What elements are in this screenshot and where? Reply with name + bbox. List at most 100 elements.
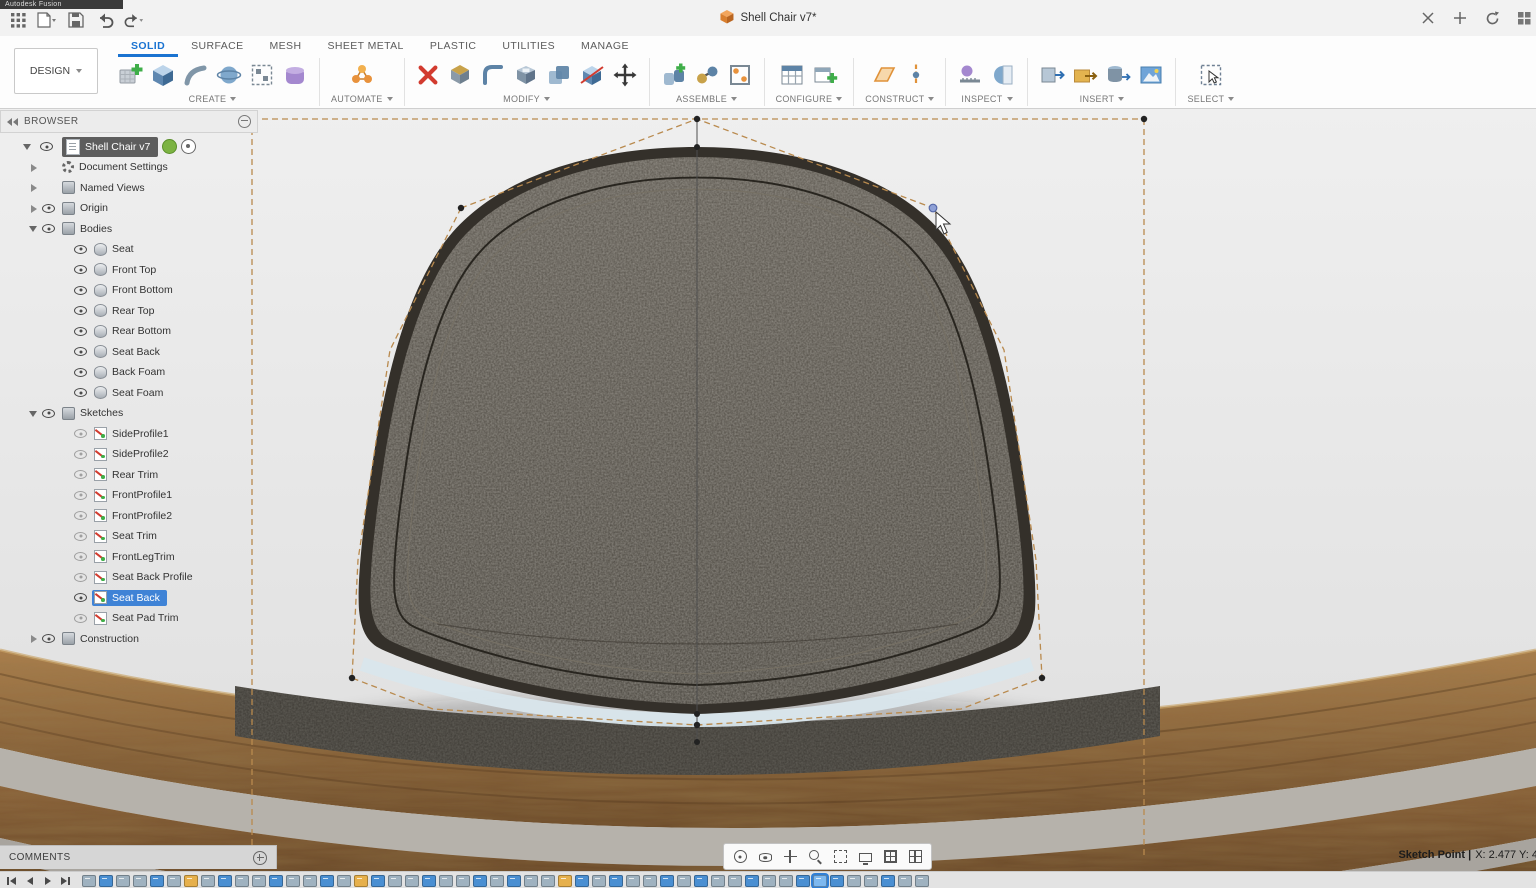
new-tab-icon[interactable] (1450, 9, 1470, 27)
expander-icon[interactable] (28, 182, 39, 193)
joint-icon[interactable] (694, 62, 720, 88)
visibility-eye-icon[interactable] (73, 304, 88, 317)
browser-item[interactable]: FrontProfile1 (0, 485, 258, 506)
comments-bar[interactable]: COMMENTS (0, 845, 277, 869)
browser-item[interactable]: Seat Pad Trim (0, 608, 258, 629)
browser-item[interactable]: FrontProfile2 (0, 506, 258, 527)
redo-icon[interactable] (124, 11, 144, 29)
timeline-feature-icon[interactable] (422, 875, 436, 887)
group-label-automate[interactable]: AUTOMATE (331, 94, 393, 104)
timeline-feature-icon[interactable] (99, 875, 113, 887)
visibility-eye-icon[interactable] (73, 468, 88, 481)
group-label-assemble[interactable]: ASSEMBLE (676, 94, 737, 104)
delete-icon[interactable] (416, 63, 440, 87)
browser-item[interactable]: SideProfile1 (0, 424, 258, 445)
timeline-feature-icon[interactable] (354, 875, 368, 887)
save-icon[interactable] (66, 11, 86, 29)
timeline-feature-icon[interactable] (524, 875, 538, 887)
move-icon[interactable] (612, 62, 638, 88)
timeline-feature-icon[interactable] (626, 875, 640, 887)
ribbon-tab[interactable]: MESH (257, 36, 315, 57)
timeline-feature-icon[interactable] (116, 875, 130, 887)
new-component-icon[interactable] (661, 62, 687, 88)
expander-icon[interactable] (28, 162, 39, 173)
measure-icon[interactable] (957, 62, 983, 88)
visibility-eye-icon[interactable] (73, 427, 88, 440)
timeline-feature-icon[interactable] (847, 875, 861, 887)
nav-tool-icon[interactable] (754, 847, 776, 867)
timeline-feature-icon[interactable] (252, 875, 266, 887)
visibility-eye-icon[interactable] (73, 448, 88, 461)
timeline-feature-icon[interactable] (133, 875, 147, 887)
go-to-end-icon[interactable] (59, 875, 72, 887)
automate-icon[interactable] (349, 62, 375, 88)
timeline-feature-icon[interactable] (677, 875, 691, 887)
visibility-eye-icon[interactable] (73, 571, 88, 584)
nav-tool-icon[interactable] (779, 847, 801, 867)
fillet-icon[interactable] (480, 62, 506, 88)
sweep-icon[interactable] (183, 62, 209, 88)
canvas-image-icon[interactable] (1138, 62, 1164, 88)
timeline-feature-icon[interactable] (490, 875, 504, 887)
visibility-eye-icon[interactable] (73, 530, 88, 543)
timeline-feature-icon[interactable] (915, 875, 929, 887)
ribbon-tab[interactable]: SHEET METAL (314, 36, 416, 57)
visibility-eye-icon[interactable] (73, 325, 88, 338)
browser-root-item[interactable]: Shell Chair v7 (0, 136, 258, 157)
timeline-feature-icon[interactable] (711, 875, 725, 887)
visibility-eye-icon[interactable] (41, 632, 56, 645)
browser-item[interactable]: Named Views (0, 178, 258, 199)
go-to-start-icon[interactable] (5, 875, 18, 887)
visibility-eye-icon[interactable] (73, 284, 88, 297)
activate-component-icon[interactable] (181, 139, 196, 154)
nav-tool-icon[interactable] (729, 847, 751, 867)
timeline-feature-icon[interactable] (235, 875, 249, 887)
browser-item[interactable]: Seat Back (0, 588, 258, 609)
insert-mesh-icon[interactable] (1105, 62, 1131, 88)
nav-tool-icon[interactable] (879, 847, 901, 867)
visibility-eye-icon[interactable] (73, 243, 88, 256)
visibility-eye-icon[interactable] (73, 509, 88, 522)
split-body-icon[interactable] (579, 62, 605, 88)
browser-item[interactable]: Rear Trim (0, 465, 258, 486)
collaborator-badge-icon[interactable] (162, 139, 177, 154)
construction-axis-icon[interactable] (903, 62, 929, 88)
minimize-browser-icon[interactable] (238, 115, 251, 128)
pattern-icon[interactable] (249, 62, 275, 88)
browser-item[interactable]: Origin (0, 198, 258, 219)
create-form-icon[interactable] (282, 62, 308, 88)
timeline-feature-icon[interactable] (82, 875, 96, 887)
timeline-feature-icon[interactable] (796, 875, 810, 887)
visibility-eye-icon[interactable] (73, 591, 88, 604)
browser-item[interactable]: SideProfile2 (0, 444, 258, 465)
expander-icon[interactable] (22, 141, 33, 152)
timeline-feature-icon[interactable] (286, 875, 300, 887)
visibility-eye-icon[interactable] (73, 366, 88, 379)
browser-item[interactable]: Seat Back (0, 342, 258, 363)
group-label-create[interactable]: CREATE (189, 94, 237, 104)
undo-icon[interactable] (95, 11, 115, 29)
timeline-feature-icon[interactable] (541, 875, 555, 887)
timeline-feature-icon[interactable] (694, 875, 708, 887)
browser-item[interactable]: Seat Back Profile (0, 567, 258, 588)
visibility-eye-icon[interactable] (73, 263, 88, 276)
group-label-modify[interactable]: MODIFY (503, 94, 550, 104)
visibility-eye-icon[interactable] (73, 550, 88, 563)
browser-item[interactable]: Front Top (0, 260, 258, 281)
timeline-feature-icon[interactable] (269, 875, 283, 887)
nav-tool-icon[interactable] (904, 847, 926, 867)
document-tab[interactable]: Shell Chair v7* (719, 0, 816, 36)
timeline-feature-icon[interactable] (320, 875, 334, 887)
browser-item[interactable]: Sketches (0, 403, 258, 424)
timeline-feature-icon[interactable] (371, 875, 385, 887)
group-label-construct[interactable]: CONSTRUCT (865, 94, 934, 104)
browser-item[interactable]: FrontLegTrim (0, 547, 258, 568)
timeline-feature-icon[interactable] (184, 875, 198, 887)
rigid-group-icon[interactable] (727, 62, 753, 88)
sync-icon[interactable] (1482, 9, 1502, 27)
browser-item[interactable]: Back Foam (0, 362, 258, 383)
timeline-feature-icon[interactable] (388, 875, 402, 887)
visibility-eye-icon[interactable] (39, 140, 54, 153)
apps-grid-icon[interactable] (8, 11, 28, 29)
timeline-feature-icon[interactable] (779, 875, 793, 887)
